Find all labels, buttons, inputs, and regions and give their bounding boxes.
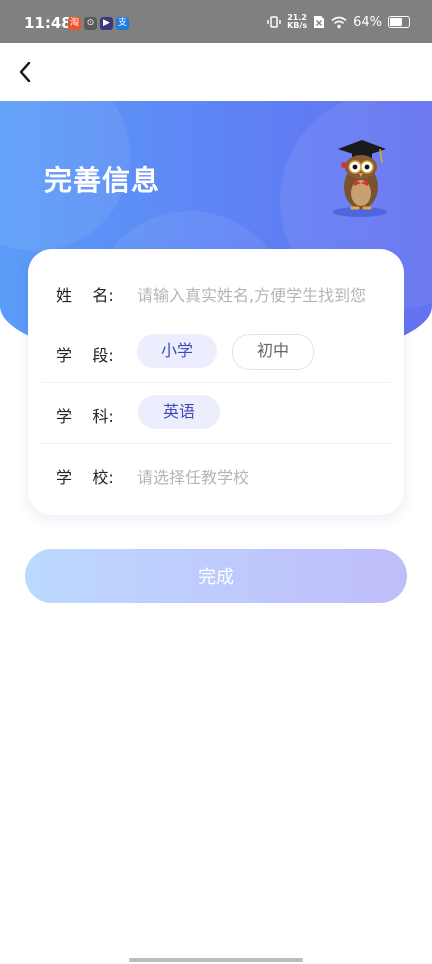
form-row-stage: 学 段: 小学 初中 <box>42 322 390 382</box>
battery-icon <box>388 16 410 28</box>
name-input[interactable]: 请输入真实姓名,方便学生找到您 <box>137 282 366 306</box>
wifi-icon <box>331 16 347 28</box>
form-row-school[interactable]: 学 校: 请选择任教学校 <box>42 444 390 504</box>
page-title: 完善信息 <box>44 164 161 197</box>
network-speed: 21.2 KB/s <box>287 13 308 30</box>
form-row-name: 姓 名: 请输入真实姓名,方便学生找到您 <box>42 262 390 322</box>
status-right: 21.2 KB/s 64% <box>267 14 410 30</box>
subject-label: 学 科: <box>56 407 114 426</box>
status-app-icons: 淘 ⊙ ▶ 支 <box>68 17 129 30</box>
nav-bar <box>0 43 432 101</box>
app-icon: ⊙ <box>84 17 97 30</box>
taobao-icon: 淘 <box>68 17 81 30</box>
status-time: 11:48 <box>24 14 72 32</box>
stage-label: 学 段: <box>56 346 114 365</box>
sim-icon <box>314 16 325 28</box>
done-button[interactable]: 完成 <box>25 549 407 603</box>
video-app-icon: ▶ <box>100 17 113 30</box>
stage-option-primary[interactable]: 小学 <box>137 334 217 368</box>
vibrate-icon <box>267 16 281 28</box>
subject-option-english[interactable]: 英语 <box>138 395 220 429</box>
chevron-left-icon[interactable] <box>12 57 40 87</box>
profile-form-card: 姓 名: 请输入真实姓名,方便学生找到您 学 段: 小学 初中 学 科: 英语 … <box>28 249 404 515</box>
home-indicator[interactable] <box>129 958 303 962</box>
owl-mascot-icon <box>333 140 387 217</box>
school-selector[interactable]: 请选择任教学校 <box>137 464 249 488</box>
status-bar: 11:48 淘 ⊙ ▶ 支 21.2 KB/s 64% <box>0 0 432 43</box>
stage-option-middle[interactable]: 初中 <box>232 334 314 370</box>
battery-percent: 64% <box>353 14 382 30</box>
name-label: 姓 名: <box>56 286 114 305</box>
form-row-subject: 学 科: 英语 <box>42 383 390 443</box>
school-label: 学 校: <box>56 468 114 487</box>
alipay-icon: 支 <box>116 17 129 30</box>
